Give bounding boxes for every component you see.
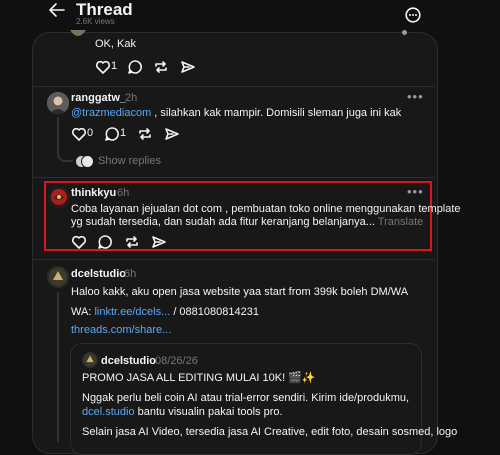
more-circle-icon	[405, 7, 421, 23]
post-body: , silahkan kak mampir. Domisili sleman j…	[151, 107, 402, 119]
thread-options-button[interactable]	[405, 7, 421, 23]
share-button[interactable]	[164, 126, 180, 142]
repost-icon	[155, 61, 167, 73]
back-button[interactable]	[48, 2, 68, 18]
username[interactable]: thinkkyu	[71, 187, 116, 199]
post-text-line-2: yg sudah tersedia, dan sudah ada fitur k…	[71, 214, 423, 230]
post-body: yg sudah tersedia, dan sudah ada fitur k…	[71, 216, 375, 228]
divider	[33, 86, 435, 87]
quoted-line-2-rest: bantu visualin pakai tools pro.	[134, 406, 283, 418]
post-text: @trazmediacom , silahkan kak mampir. Dom…	[71, 105, 421, 121]
avatar[interactable]	[48, 186, 70, 208]
reply-button[interactable]	[97, 234, 113, 249]
wa-prefix: WA:	[71, 306, 95, 318]
timestamp: 6h	[117, 187, 130, 199]
share-button[interactable]	[180, 59, 196, 75]
post-text: Haloo kakk, aku open jasa website yaa st…	[71, 286, 409, 298]
quoted-line-3: Selain jasa AI Video, tersedia jasa AI C…	[82, 426, 458, 438]
comment-icon	[98, 235, 112, 249]
like-count: 1	[111, 60, 118, 72]
reply-button[interactable]: 1	[104, 126, 134, 142]
like-button[interactable]: 0	[71, 126, 101, 142]
comment-icon	[105, 127, 119, 141]
more-options-button[interactable]: •••	[407, 184, 424, 199]
repost-icon	[126, 236, 138, 248]
threads-share-link[interactable]: threads.com/share...	[71, 322, 171, 338]
thread-curve	[57, 150, 73, 162]
timestamp: 6h	[124, 268, 137, 280]
reply-button[interactable]	[127, 59, 143, 75]
contact-line: WA: linktr.ee/dcels... / 0881080814231	[71, 304, 259, 320]
like-count: 0	[87, 127, 94, 139]
show-replies-label: Show replies	[98, 155, 161, 167]
heart-icon	[95, 60, 111, 74]
avatar[interactable]	[47, 92, 69, 114]
repost-button[interactable]	[124, 234, 140, 248]
divider	[33, 177, 435, 178]
repost-icon	[139, 128, 151, 140]
translate-link[interactable]: Translate	[378, 216, 423, 228]
timestamp: 2h	[125, 92, 138, 104]
quoted-date: 08/26/26	[155, 355, 198, 367]
arrow-left-icon	[49, 3, 65, 17]
comment-icon	[128, 60, 142, 74]
quoted-headline: PROMO JASA ALL EDITING MULAI 10K! 🎬✨	[82, 372, 316, 384]
quoted-line-2: dcel.studio bantu visualin pakai tools p…	[82, 404, 283, 420]
like-button[interactable]: 1	[95, 59, 125, 75]
avatar	[82, 352, 98, 368]
phone-number: / 0881080814231	[170, 306, 259, 318]
like-button[interactable]	[71, 234, 87, 249]
send-icon	[181, 61, 195, 73]
view-count: 2.6K views	[76, 17, 115, 26]
quoted-username[interactable]: dcelstudio	[101, 355, 156, 367]
send-icon	[152, 236, 166, 248]
send-icon	[165, 128, 179, 140]
divider	[33, 259, 435, 260]
repost-button[interactable]	[153, 59, 169, 75]
reply-count: 1	[120, 127, 127, 139]
avatar[interactable]	[47, 266, 69, 288]
share-button[interactable]	[151, 234, 167, 248]
username[interactable]: ranggatw_	[71, 92, 126, 104]
thread-line	[57, 292, 59, 442]
linktree-link[interactable]: linktr.ee/dcels...	[94, 306, 170, 318]
more-options-button[interactable]: •••	[407, 89, 424, 104]
repost-button[interactable]	[137, 126, 153, 142]
reply-avatars	[75, 155, 94, 168]
collapse-dot[interactable]	[402, 30, 407, 35]
username[interactable]: dcelstudio	[71, 268, 126, 280]
heart-icon	[71, 127, 87, 141]
mention-link[interactable]: @trazmediacom	[71, 107, 151, 119]
show-replies-button[interactable]: Show replies	[75, 154, 165, 170]
avatar	[70, 30, 86, 38]
dcel-studio-link[interactable]: dcel.studio	[82, 406, 135, 418]
heart-icon	[71, 235, 87, 249]
post-text: OK, Kak	[95, 38, 136, 50]
